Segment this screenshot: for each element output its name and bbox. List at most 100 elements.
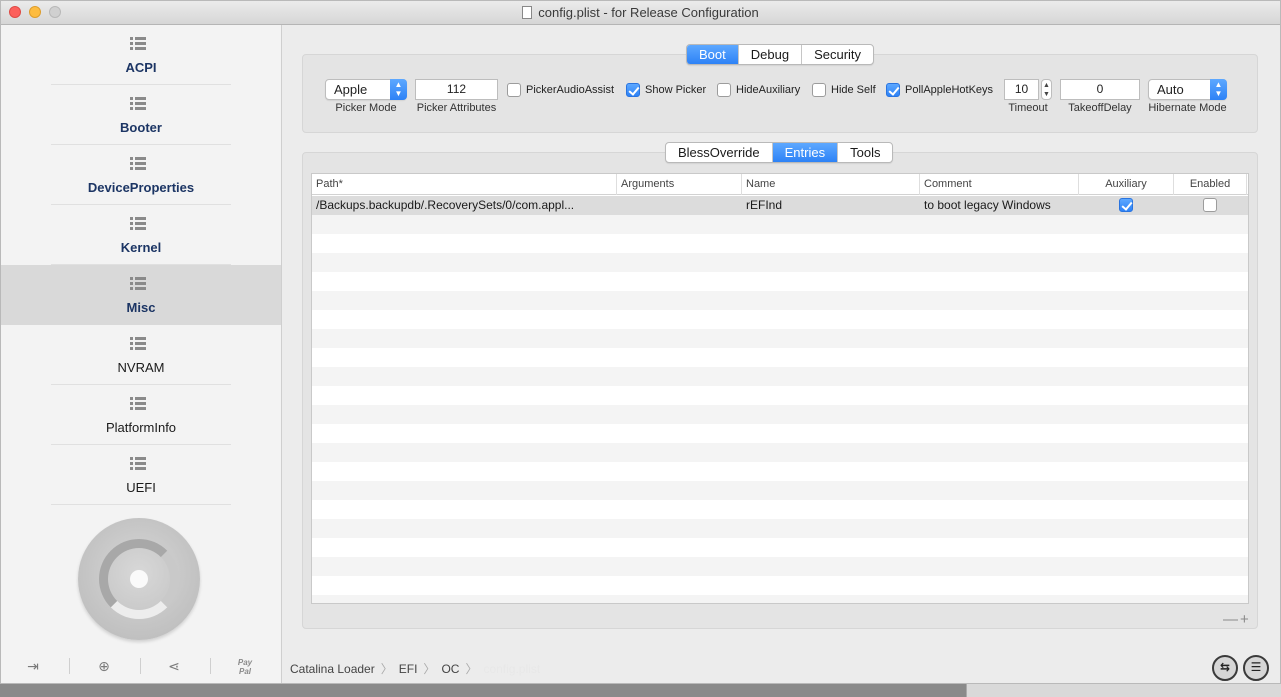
sidebar-item-label: Booter [120,120,162,135]
hide-auxiliary-checkbox[interactable]: HideAuxiliary [717,82,800,98]
timeout-field[interactable]: 10 [1004,79,1039,100]
document-icon [522,6,533,19]
checkbox-box [886,83,900,97]
auxiliary-checkbox[interactable] [1119,198,1133,212]
column-header-enabled[interactable]: Enabled [1174,174,1247,195]
column-header-name[interactable]: Name [742,174,920,195]
tab-entries[interactable]: Entries [772,143,839,162]
import-icon[interactable]: ⇥ [21,656,45,676]
sidebar-item-booter[interactable]: Booter [1,85,281,145]
column-header-path[interactable]: Path* [312,174,617,195]
breadcrumb-item[interactable]: Catalina Loader [290,662,375,676]
timeout-caption: Timeout [1008,102,1048,114]
checkbox-box [1119,198,1133,212]
chevron-right-icon: 〉 [465,662,478,676]
sidebar-item-deviceproperties[interactable]: DeviceProperties [1,145,281,205]
share-icon[interactable]: ⋖ [162,656,186,676]
takeoff-delay-field[interactable]: 0 [1060,79,1140,100]
checkbox-label: PollAppleHotKeys [905,84,994,96]
checkbox-box [812,83,826,97]
sidebar-item-label: DeviceProperties [87,180,195,195]
cell-comment[interactable]: to boot legacy Windows [920,196,1079,215]
cell-path[interactable]: /Backups.backupdb/.RecoverySets/0/com.ap… [312,196,617,215]
hide-self-checkbox[interactable]: Hide Self [812,82,876,98]
paypal-label-1: Pay [237,658,253,667]
sidebar-item-label: NVRAM [117,360,165,375]
sidebar-item-kernel[interactable]: Kernel [1,205,281,265]
sidebar-item-label: UEFI [126,480,156,495]
table-edit-controls: —+ [1223,611,1251,628]
poll-apple-hotkeys-checkbox[interactable]: PollAppleHotKeys [886,82,993,98]
picker-attributes-caption: Picker Attributes [416,102,497,114]
list-icon [130,457,146,471]
list-icon [130,157,146,171]
timeout-stepper[interactable]: ▲ ▼ [1041,79,1052,100]
app-window: config.plist - for Release Configuration… [0,0,1281,684]
breadcrumb: Catalina Loader 〉 EFI 〉 OC 〉 config.plis… [290,660,540,677]
cell-name[interactable]: rEFInd [742,196,920,215]
checkbox-box [626,83,640,97]
sub-tab-bar: BlessOverride Entries Tools [665,142,894,163]
picker-audio-assist-checkbox[interactable]: PickerAudioAssist [507,82,614,98]
column-header-comment[interactable]: Comment [920,174,1079,195]
entries-table: Path* Arguments Name Comment Auxiliary E… [311,173,1249,604]
list-icon [130,337,146,351]
chevron-right-icon: 〉 [380,662,393,676]
main-panel: Boot Debug Security Apple ▲ ▼ Picker Mode… [282,25,1280,683]
window-title: config.plist - for Release Configuration [538,5,759,20]
column-header-arguments[interactable]: Arguments [617,174,742,195]
picker-mode-select[interactable]: Apple ▲ ▼ [325,79,407,100]
show-picker-checkbox[interactable]: Show Picker [626,82,706,98]
paypal-label-2: Pal [238,667,251,676]
chevron-right-icon: 〉 [423,662,436,676]
list-icon [130,97,146,111]
list-icon [130,277,146,291]
breadcrumb-item[interactable]: EFI [399,662,418,676]
breadcrumb-item[interactable]: OC [441,662,459,676]
checkbox-box [1203,198,1217,212]
list-icon [130,217,146,231]
remove-row-button[interactable]: — [1223,611,1240,628]
tab-tools[interactable]: Tools [838,143,892,162]
hibernate-mode-value: Auto [1157,82,1184,97]
sidebar-item-label: ACPI [125,60,157,75]
sidebar-item-uefi[interactable]: UEFI [1,445,281,505]
paypal-icon[interactable]: Pay Pal [233,656,257,676]
checkbox-box [507,83,521,97]
add-row-button[interactable]: + [1240,611,1251,628]
sidebar-toolbar: ⇥ ⊕ ⋖ Pay Pal [1,650,281,683]
background-window [966,684,1281,697]
table-row[interactable]: /Backups.backupdb/.RecoverySets/0/com.ap… [312,196,1248,215]
picker-mode-caption: Picker Mode [335,102,397,114]
chevron-updown-icon: ▲ ▼ [390,79,407,100]
checkbox-box [717,83,731,97]
sidebar-item-acpi[interactable]: ACPI [1,25,281,85]
sync-icon[interactable]: ⇆ [1212,655,1238,681]
tab-security[interactable]: Security [802,45,873,64]
chevron-updown-icon: ▲ ▼ [1210,79,1227,100]
column-header-auxiliary[interactable]: Auxiliary [1079,174,1174,195]
new-document-icon[interactable]: ⊕ [92,656,116,676]
enabled-checkbox[interactable] [1203,198,1217,212]
list-view-icon[interactable]: ☰ [1243,655,1269,681]
breadcrumb-item[interactable]: config.plist [483,662,540,676]
window-title-wrap: config.plist - for Release Configuration [1,5,1280,20]
title-bar[interactable]: config.plist - for Release Configuration [1,1,1280,25]
sidebar-item-nvram[interactable]: NVRAM [1,325,281,385]
tab-blessoverride[interactable]: BlessOverride [666,143,773,162]
picker-attributes-field[interactable]: 112 [415,79,498,100]
cell-arguments[interactable] [617,196,742,215]
hibernate-mode-select[interactable]: Auto ▲ ▼ [1148,79,1227,100]
app-logo [78,518,200,640]
sidebar-item-label: PlatformInfo [105,420,177,435]
list-icon [130,37,146,51]
tab-boot[interactable]: Boot [687,45,739,64]
list-icon [130,397,146,411]
picker-mode-value: Apple [334,82,368,97]
sidebar: ACPI Booter DeviceProperties Kernel Misc… [1,25,282,683]
tab-debug[interactable]: Debug [739,45,803,64]
sidebar-item-platforminfo[interactable]: PlatformInfo [1,385,281,445]
sidebar-item-misc[interactable]: Misc [1,265,281,325]
table-body: /Backups.backupdb/.RecoverySets/0/com.ap… [312,196,1248,603]
hibernate-mode-caption: Hibernate Mode [1148,102,1227,114]
